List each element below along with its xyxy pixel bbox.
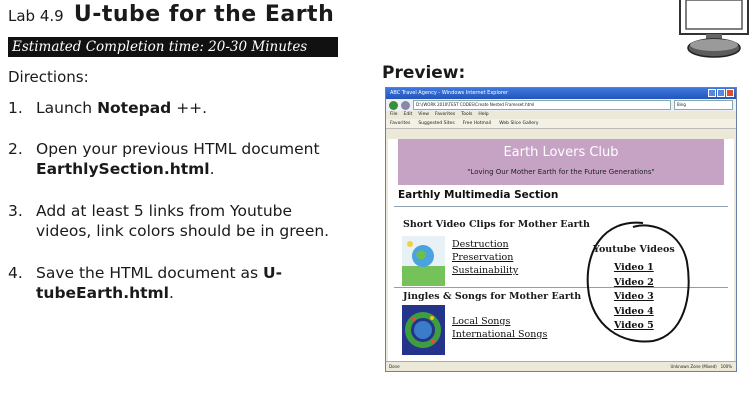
step-number: 1. [8, 99, 23, 117]
browser-favorites-bar: Favorites Suggested Sites Free Hotmail W… [386, 119, 736, 129]
earth-cartoon-image [402, 236, 445, 286]
search-field: Bing [674, 100, 733, 110]
short-video-heading: Short Video Clips for Mother Earth [403, 219, 590, 230]
menu-item: File [390, 112, 398, 117]
step-text: . [168, 284, 174, 302]
favorites-item: Favorites [390, 121, 411, 126]
browser-address-bar: D:\(WORK 2010\TEST CODES\Create Nested F… [386, 99, 736, 111]
youtube-link-5[interactable]: Video 5 [593, 319, 675, 334]
status-text: Done [389, 364, 400, 369]
link-international-songs[interactable]: International Songs [452, 328, 547, 341]
step-number: 4. [8, 264, 23, 282]
menu-item: Favorites [434, 112, 456, 117]
menu-item: Help [478, 112, 489, 117]
link-local-songs[interactable]: Local Songs [452, 315, 547, 328]
earth-wreath-image [402, 305, 445, 355]
menu-item: Edit [403, 112, 413, 117]
menu-item: View [418, 112, 429, 117]
link-sustainability[interactable]: Sustainability [452, 264, 518, 277]
banner-title: Earth Lovers Club [503, 145, 619, 160]
link-destruction[interactable]: Destruction [452, 238, 518, 251]
section-title: Earthly Multimedia Section [398, 189, 559, 201]
forward-icon [401, 100, 410, 110]
lab-name: U-tube for the Earth [73, 2, 335, 27]
preview-heading: Preview: [382, 63, 466, 83]
browser-window-screenshot: ABC Travel Agency - Windows Internet Exp… [385, 87, 737, 372]
step-1: 1. Launch Notepad ++. [8, 98, 348, 118]
browser-viewport: Earth Lovers Club "Loving Our Mother Ear… [388, 139, 734, 362]
minimize-icon [708, 89, 716, 97]
favorites-item: Free Hotmail [462, 121, 492, 126]
step-4: 4. Save the HTML document as U-tubeEarth… [8, 263, 348, 303]
step-number: 3. [8, 202, 23, 220]
jingles-heading: Jingles & Songs for Mother Earth [403, 291, 582, 302]
monitor-icon [679, 0, 749, 58]
step-3: 3. Add at least 5 links from Youtube vid… [8, 201, 348, 241]
short-video-links: Destruction Preservation Sustainability [452, 238, 518, 277]
lab-title: Lab 4.9 U-tube for the Earth [8, 2, 334, 27]
step-text: Launch [36, 99, 98, 117]
browser-titlebar: ABC Travel Agency - Windows Internet Exp… [386, 88, 736, 99]
lab-number: Lab 4.9 [8, 7, 64, 25]
step-text: . [209, 160, 215, 178]
status-zone: Unknown Zone (Mixed) 100% [671, 362, 733, 371]
divider [394, 206, 728, 207]
estimated-time-banner: Estimated Completion time: 20-30 Minutes [8, 37, 338, 57]
banner-tagline: "Loving Our Mother Earth for the Future … [467, 168, 655, 176]
window-controls [708, 89, 734, 97]
step-number: 2. [8, 140, 23, 158]
browser-title: ABC Travel Agency - Windows Internet Exp… [390, 90, 508, 96]
club-banner: Earth Lovers Club "Loving Our Mother Ear… [398, 139, 724, 185]
youtube-link-4[interactable]: Video 4 [593, 305, 675, 320]
favorites-item: Suggested Sites [418, 121, 455, 126]
jingle-links: Local Songs International Songs [452, 315, 547, 341]
step-emphasis: Notepad [97, 99, 172, 117]
favorites-item: Web Slice Gallery [499, 121, 539, 126]
browser-menubar: File Edit View Favorites Tools Help [386, 111, 736, 119]
step-text: Open your previous HTML document [36, 140, 320, 158]
youtube-link-2[interactable]: Video 2 [593, 276, 675, 291]
step-text: ++. [171, 99, 208, 117]
zoom-level: 100% [720, 364, 732, 369]
maximize-icon [717, 89, 725, 97]
menu-item: Tools [461, 112, 473, 117]
address-field: D:\(WORK 2010\TEST CODES\Create Nested F… [413, 100, 671, 110]
youtube-heading: Youtube Videos [593, 244, 675, 255]
youtube-link-3[interactable]: Video 3 [593, 290, 675, 305]
step-text: Add at least 5 links from Youtube videos… [36, 202, 330, 240]
step-emphasis: EarthlySection.html [36, 160, 210, 178]
youtube-videos-box: Youtube Videos Video 1 Video 2 Video 3 V… [593, 244, 675, 334]
youtube-link-1[interactable]: Video 1 [593, 261, 675, 276]
directions-heading: Directions: [8, 68, 89, 86]
close-icon [726, 89, 734, 97]
step-text: Save the HTML document as [36, 264, 264, 282]
back-icon [389, 100, 398, 110]
link-preservation[interactable]: Preservation [452, 251, 518, 264]
step-2: 2. Open your previous HTML document Eart… [8, 139, 348, 179]
directions-list: 1. Launch Notepad ++. 2. Open your previ… [8, 98, 348, 324]
zone-text: Unknown Zone (Mixed) [670, 364, 717, 369]
browser-statusbar: Done Unknown Zone (Mixed) 100% [386, 361, 736, 371]
